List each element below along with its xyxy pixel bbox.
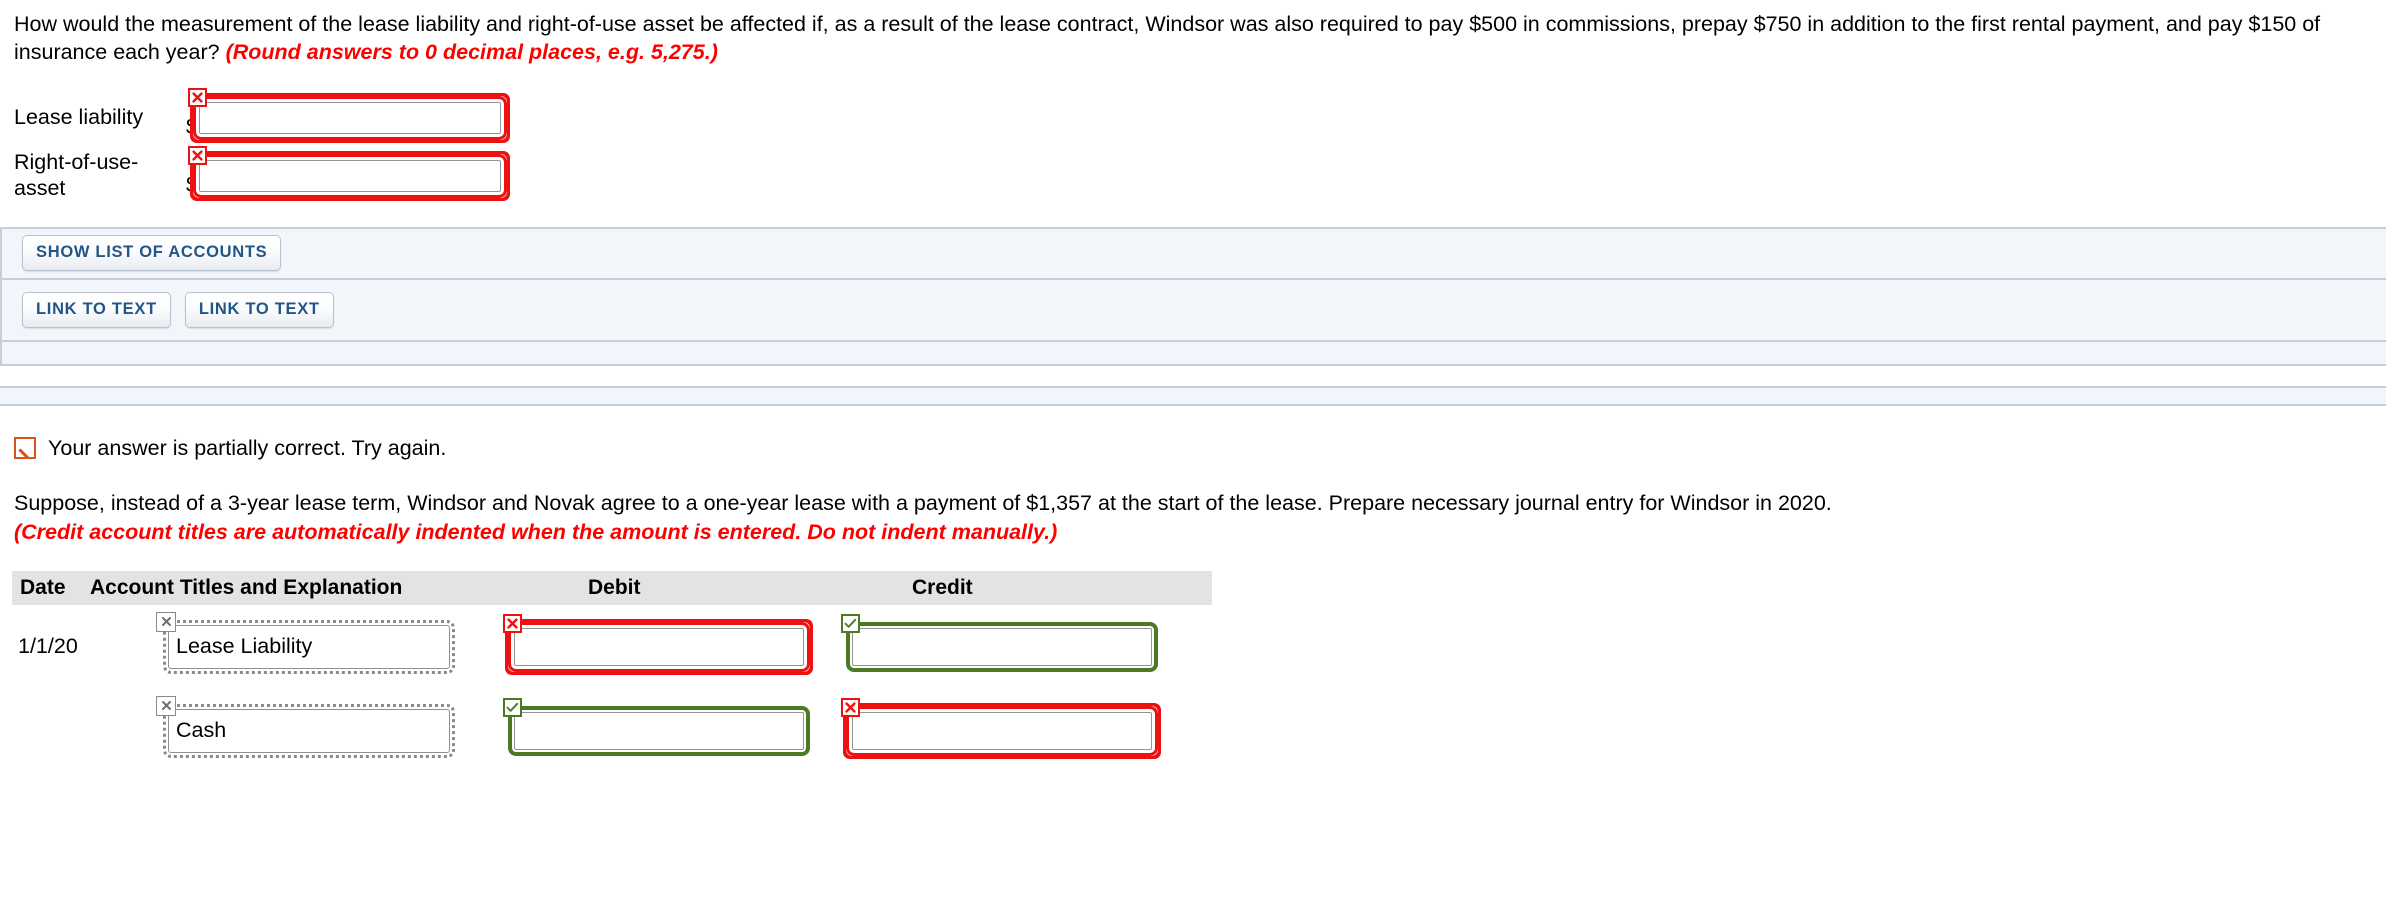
table-row: 1/1/20 Lease Liability bbox=[12, 605, 2386, 689]
accounts-panel: SHOW LIST OF ACCOUNTS bbox=[0, 226, 2386, 280]
divider-gap bbox=[0, 365, 2386, 386]
journal-row-2-credit-input[interactable] bbox=[846, 705, 1158, 756]
right-of-use-asset-label: Right-of-use-asset bbox=[14, 149, 139, 200]
answer-row-lease-liability: Lease liability $ bbox=[14, 87, 2386, 147]
lease-liability-input[interactable] bbox=[193, 95, 508, 140]
journal-row-2-account-field: Cash bbox=[156, 695, 455, 758]
partially-correct-icon bbox=[14, 437, 36, 460]
feedback-row: Your answer is partially correct. Try ag… bbox=[0, 436, 2386, 461]
journal-row-1-account-field: Lease Liability bbox=[156, 611, 455, 674]
x-icon bbox=[503, 613, 522, 633]
journal-row-1-date: 1/1/20 bbox=[18, 634, 78, 659]
show-list-of-accounts-button[interactable]: SHOW LIST OF ACCOUNTS bbox=[22, 235, 282, 272]
journal-header-date: Date bbox=[20, 575, 66, 599]
journal-header-account: Account Titles and Explanation bbox=[90, 575, 403, 599]
x-icon bbox=[188, 145, 208, 165]
question-2-text: Suppose, instead of a 3-year lease term,… bbox=[14, 490, 1832, 515]
right-of-use-asset-input[interactable] bbox=[193, 153, 508, 198]
question-1-prompt: How would the measurement of the lease l… bbox=[0, 0, 2386, 67]
question-1-hint: (Round answers to 0 decimal places, e.g.… bbox=[225, 40, 718, 65]
journal-row-2-account-select[interactable]: Cash bbox=[163, 703, 455, 758]
answer-row-right-of-use-asset: Right-of-use-asset $ bbox=[14, 145, 2386, 205]
journal-row-2-debit-field bbox=[503, 697, 810, 756]
journal-row-1-debit-input[interactable] bbox=[508, 621, 810, 672]
x-icon bbox=[841, 697, 860, 717]
journal-row-2-debit-cell bbox=[490, 697, 830, 756]
check-icon bbox=[503, 697, 522, 717]
journal-row-2-account-cell: Cash bbox=[90, 695, 490, 758]
link-to-text-button-1[interactable]: LINK TO TEXT bbox=[22, 291, 171, 328]
link-to-text-button-2[interactable]: LINK TO TEXT bbox=[184, 291, 334, 328]
journal-row-1-account-cell: Lease Liability bbox=[90, 611, 490, 674]
lease-liability-field bbox=[188, 87, 508, 140]
journal-row-1-debit-field bbox=[503, 613, 810, 672]
journal-row-2-credit-field bbox=[841, 697, 1158, 756]
journal-header-debit: Debit bbox=[588, 575, 641, 599]
journal-row-1-credit-field bbox=[841, 613, 1158, 672]
journal-row-1-credit-input[interactable] bbox=[846, 621, 1158, 672]
right-of-use-asset-field bbox=[188, 145, 508, 198]
link-to-text-panel: LINK TO TEXT LINK TO TEXT bbox=[0, 279, 2386, 342]
panel-bottom-spacer bbox=[0, 341, 2386, 366]
table-row: Cash bbox=[12, 689, 2386, 773]
journal-row-1-credit-cell bbox=[830, 613, 1190, 672]
feedback-text: Your answer is partially correct. Try ag… bbox=[48, 435, 447, 460]
journal-header-row: Date Account Titles and Explanation Debi… bbox=[12, 570, 1212, 605]
journal-row-1-debit-cell bbox=[490, 613, 830, 672]
x-icon bbox=[156, 611, 176, 632]
journal-row-2-debit-input[interactable] bbox=[508, 705, 810, 756]
answer-rows: Lease liability $ Right-of-use-asset $ bbox=[0, 87, 2386, 205]
question-2-prompt: Suppose, instead of a 3-year lease term,… bbox=[0, 489, 2386, 547]
lease-liability-label: Lease liability bbox=[14, 104, 144, 129]
question-2-hint: (Credit account titles are automatically… bbox=[14, 519, 1058, 544]
section-divider bbox=[0, 385, 2386, 406]
x-icon bbox=[188, 87, 208, 107]
x-icon bbox=[156, 695, 176, 716]
check-icon bbox=[841, 613, 860, 633]
journal-row-1-account-select[interactable]: Lease Liability bbox=[163, 619, 455, 674]
journal-header-credit: Credit bbox=[912, 575, 973, 599]
journal-entry-table: Date Account Titles and Explanation Debi… bbox=[0, 570, 2386, 773]
journal-row-2-credit-cell bbox=[830, 697, 1190, 756]
